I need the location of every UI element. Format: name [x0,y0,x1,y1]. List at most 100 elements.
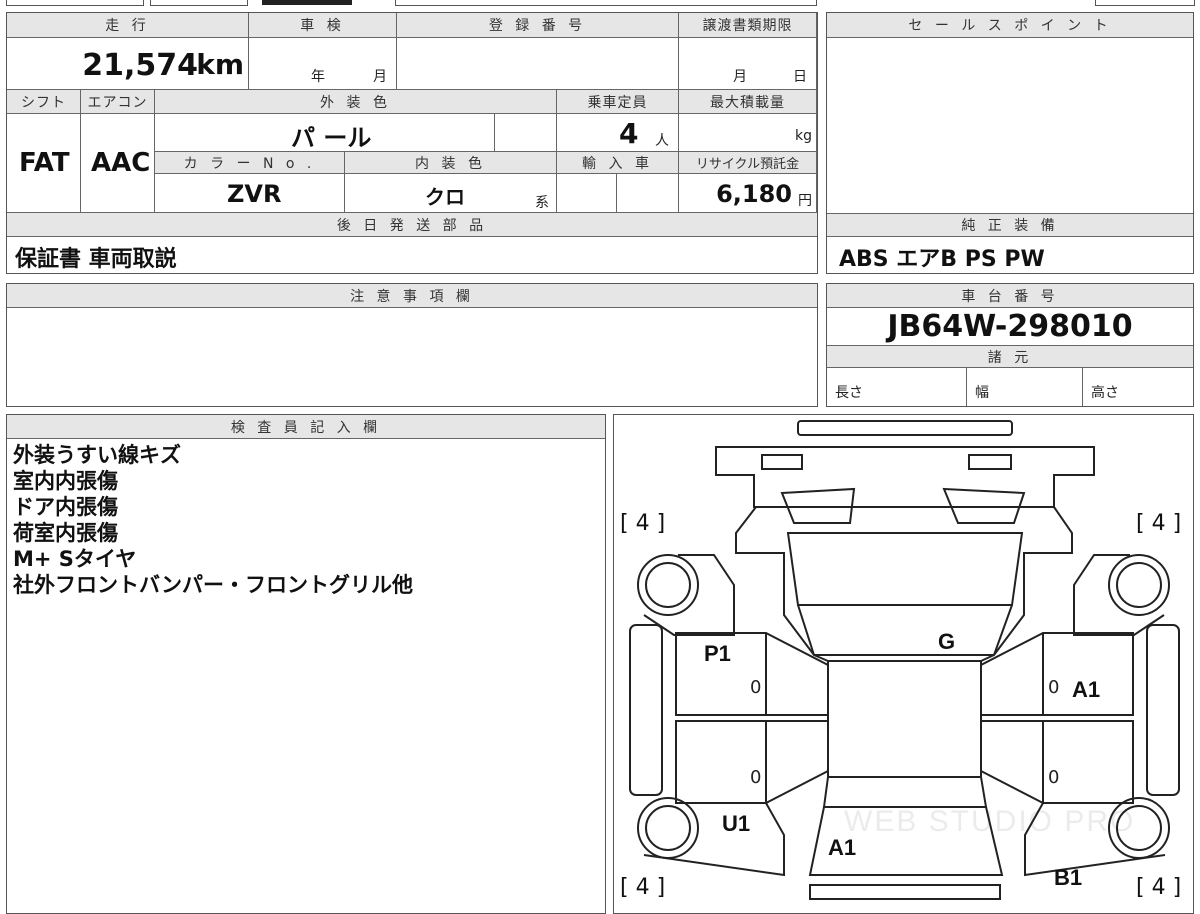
equipment-header: 純 正 装 備 [827,213,1193,237]
inspector-note: M+ Sタイヤ [13,547,137,571]
exterior-color-value: パ ール [291,124,372,152]
spec-width-cell: 幅 [967,368,1083,406]
damage-mark-u1: U1 [722,811,751,836]
max-load-header: 最大積載量 [679,90,817,114]
recycle-header: リサイクル預託金 [679,152,817,174]
tire-front-right-inner [1116,562,1162,608]
interior-color-unit: 系 [535,195,549,211]
damage-mark-p1: P1 [704,641,731,666]
spec-length-cell: 長さ [827,368,967,406]
inspector-note: ドア内張傷 [13,495,118,519]
right-sill [1146,624,1180,796]
windshield [786,532,1024,606]
front-lamp-left [761,454,803,470]
shift-cell: FAT [7,114,81,213]
left-rear-fender [643,802,785,877]
inspector-note: 外装うすい線キズ [13,443,181,467]
door-mark-zero: 0 [1048,767,1060,788]
mileage-cell: 21,574 km [7,38,249,90]
right-rear-door [980,720,1134,804]
capacity-unit: 人 [655,133,669,149]
capacity-cell: 4 人 [557,114,679,152]
chassis-number-row: JB64W-298010 [827,308,1193,346]
mileage-header: 走 行 [7,13,249,38]
inspector-box: 検 査 員 記 入 欄 外装うすい線キズ 室内内張傷 ドア内張傷 荷室内張傷 M… [6,414,606,914]
tire-tread-front-right: [ 4 ] [1136,511,1182,536]
tire-tread-front-left: [ 4 ] [620,511,666,536]
exterior-color-extra-cell [495,114,557,152]
recycle-unit: 円 [798,193,812,209]
spec-width-label: 幅 [975,385,989,401]
sales-point-box: セ ー ル ス ポ イ ン ト 純 正 装 備 ABS エアB PS PW [826,12,1194,274]
door-mark-zero: 0 [750,767,762,788]
mileage-value: 21,574 [82,48,198,83]
inspector-note: 荷室内張傷 [13,521,118,545]
watermark: WEB STUDIO PRO [844,805,1136,838]
right-front-door [980,632,1134,716]
spec-height-label: 高さ [1091,385,1119,401]
sales-point-header: セ ー ル ス ポ イ ン ト [827,13,1193,38]
max-load-unit: kg [795,128,812,144]
rear-window [822,776,988,808]
registration-cell [397,38,679,90]
chassis-value: JB64W-298010 [887,309,1133,344]
capacity-header: 乗車定員 [557,90,679,114]
tire-tread-rear-right: [ 4 ] [1136,875,1182,900]
import-cell-b [617,174,679,213]
tire-tread-rear-left: [ 4 ] [620,875,666,900]
damage-mark-a1-rear: A1 [828,835,857,860]
inspector-notes: 外装うすい線キズ 室内内張傷 ドア内張傷 荷室内張傷 M+ Sタイヤ 社外フロン… [13,442,413,598]
spec-length-label: 長さ [835,385,863,401]
aircon-cell: AAC [81,114,155,213]
color-no-cell: ZVR [155,174,345,213]
condition-diagram: WEB STUDIO PRO [ 4 ] [ 4 ] [ 4 ] [ 4 ] P… [613,414,1194,914]
front-lamp-right [968,454,1012,470]
interior-color-value: クロ [425,185,465,209]
shaken-year-unit: 年 [311,69,325,85]
damage-mark-a1-right: A1 [1072,677,1101,702]
registration-header: 登 録 番 号 [397,13,679,38]
transfer-deadline-header: 譲渡書類期限 [679,13,817,38]
left-front-fender [643,554,735,636]
shift-header: シフト [7,90,81,114]
interior-color-header: 内 装 色 [345,152,557,174]
left-front-door [675,632,829,716]
exterior-color-cell: パ ール [155,114,495,152]
aircon-header: エアコン [81,90,155,114]
shaken-month-unit: 月 [373,69,387,85]
max-load-cell: kg [679,114,817,152]
mileage-unit: km [196,48,244,81]
door-mark-zero: 0 [1048,677,1060,698]
aircon-value: AAC [91,148,151,178]
damage-mark-b1: B1 [1054,865,1083,890]
import-header: 輸 入 車 [557,152,679,174]
capacity-value: 4 [619,117,639,150]
later-parts-header: 後 日 発 送 部 品 [7,213,817,237]
shift-value: FAT [19,148,70,178]
specs-header: 諸 元 [827,346,1193,368]
damage-mark-g: G [938,629,956,654]
rear-bumper [809,884,1001,900]
chassis-header: 車 台 番 号 [827,284,1193,308]
left-rear-door [675,720,829,804]
color-no-header: カ ラ ー N o . [155,152,345,174]
inspector-note: 室内内張傷 [13,469,118,493]
import-cell-a [557,174,617,213]
spec-height-cell: 高さ [1083,368,1193,406]
top-strip [0,0,1200,6]
equipment-value: ABS エアB PS PW [839,247,1045,272]
inspector-header: 検 査 員 記 入 欄 [7,415,605,439]
caution-box: 注 意 事 項 欄 [6,283,818,407]
left-sill [629,624,663,796]
hood [735,506,1073,656]
transfer-month-unit: 月 [733,69,747,85]
chassis-box: 車 台 番 号 JB64W-298010 諸 元 長さ 幅 高さ [826,283,1194,407]
shaken-cell: 年 月 [249,38,397,90]
door-mark-zero: 0 [750,677,762,698]
recycle-value: 6,180 [716,180,792,208]
tire-front-left-inner [645,562,691,608]
inspector-note: 社外フロントバンパー・フロントグリル他 [13,573,414,597]
roof [827,660,982,778]
transfer-day-unit: 日 [793,69,807,85]
shaken-header: 車 検 [249,13,397,38]
